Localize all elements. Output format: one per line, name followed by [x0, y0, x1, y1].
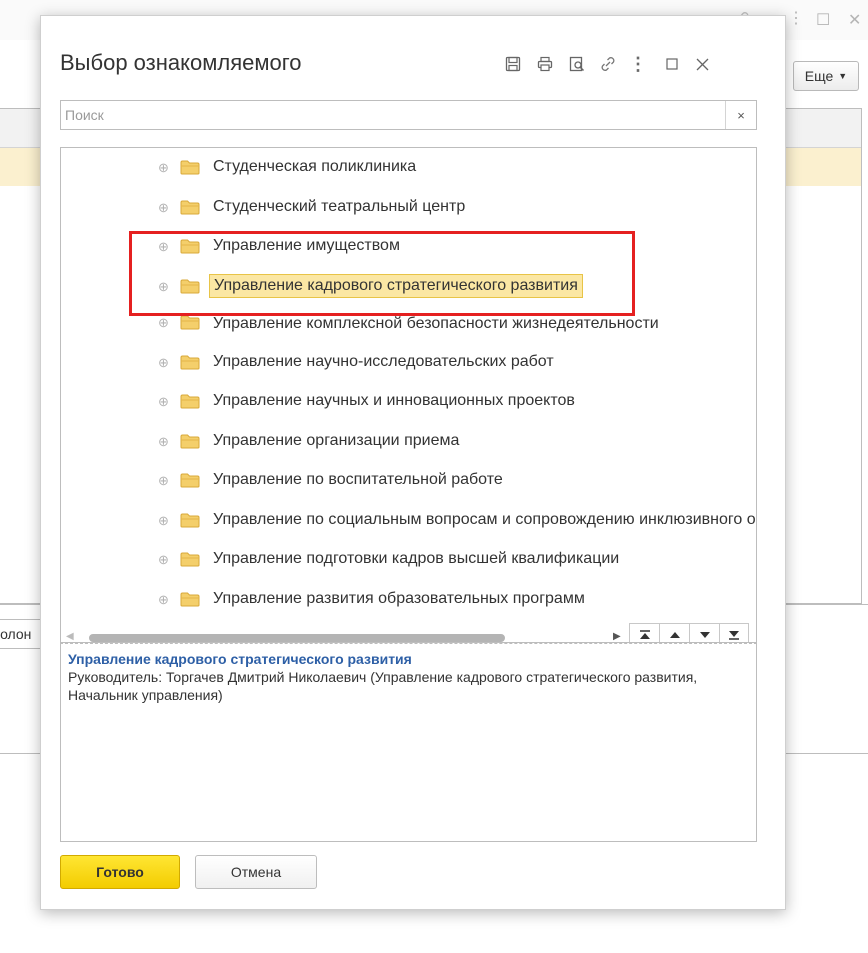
expand-icon[interactable]: ⊕	[157, 593, 170, 606]
go-first-icon	[639, 630, 650, 639]
tree-item[interactable]: ⊕ Управление организации приема	[61, 422, 756, 461]
tree-item[interactable]: ⊕ Управление по социальным вопросам и соп…	[61, 501, 756, 540]
tree-item-label: Управление организации приема	[213, 431, 460, 449]
folder-icon	[180, 355, 200, 375]
expand-icon[interactable]: ⊕	[157, 161, 170, 174]
details-title: Управление кадрового стратегического раз…	[68, 651, 412, 667]
tree-item-label: Управление по воспитательной работе	[213, 471, 503, 488]
go-last-button[interactable]	[719, 623, 749, 642]
tree-item-label: Управление подготовки кадров высшей квал…	[213, 550, 620, 567]
cancel-button[interactable]: Отмена	[195, 855, 317, 889]
tree-item-label: Управление кадрового стратегического раз…	[209, 273, 583, 298]
tree-item-label: Управление имуществом	[213, 237, 400, 254]
scroll-left-icon[interactable]: ◀	[66, 631, 74, 642]
more-icon[interactable]: ⋮	[788, 8, 804, 28]
folder-icon	[180, 160, 200, 180]
maximize-icon[interactable]: ☐	[816, 10, 830, 30]
horizontal-scrollbar[interactable]: ◀ ▶	[62, 623, 755, 642]
details-text: Руководитель: Торгачев Дмитрий Николаеви…	[68, 669, 698, 703]
folder-icon	[180, 239, 200, 259]
expand-icon[interactable]: ⊕	[157, 316, 170, 329]
search-box: ×	[60, 100, 757, 130]
tree-item[interactable]: ⊕ Управление научных и инновационных прое…	[61, 382, 756, 421]
organization-tree: ⊕ Студенческая поликлиника ⊕ Студенческий т…	[60, 147, 757, 643]
tree-item-label: Студенческий театральный центр	[213, 197, 466, 215]
go-first-button[interactable]	[629, 623, 659, 642]
background-tab-label: Полон	[0, 626, 32, 642]
go-last-icon	[729, 631, 739, 640]
tree-item[interactable]: ⊕ Управление по воспитательной работе	[61, 461, 756, 500]
expand-icon[interactable]: ⊕	[157, 201, 170, 214]
tree-item[interactable]: ⊕ Студенческий театральный центр	[61, 188, 756, 227]
tree-item[interactable]: ⊕ Студенческая поликлиника	[61, 148, 756, 187]
tree-item[interactable]: ⊕ Управление подготовки кадров высшей ква…	[61, 540, 756, 579]
tree-item-label: Управление научных и инновационных проек…	[213, 392, 575, 409]
folder-icon	[180, 279, 200, 299]
tree-item[interactable]: ⊕ Управление имуществом	[61, 227, 756, 266]
select-dialog: Выбор ознакомляемого ⋮ × ⊕ Студенческая п…	[40, 15, 786, 910]
expand-icon[interactable]: ⊕	[157, 356, 170, 369]
folder-icon	[180, 592, 200, 612]
tree-item-label: Управление развития образовательных прог…	[213, 589, 585, 607]
dialog-title: Выбор ознакомляемого	[60, 50, 302, 75]
arrow-up-icon	[669, 632, 680, 638]
folder-icon	[180, 394, 200, 414]
folder-icon	[180, 552, 200, 572]
arrow-down-icon	[699, 632, 710, 638]
scroll-right-icon[interactable]: ▶	[613, 631, 621, 642]
tree-item-label: Управление комплексной безопасности жизн…	[213, 315, 659, 332]
link-icon[interactable]	[597, 53, 619, 75]
expand-icon[interactable]: ⊕	[157, 395, 170, 408]
save-icon[interactable]	[502, 53, 524, 75]
preview-icon[interactable]	[566, 53, 588, 75]
tree-item-label: Управление научно-исследовательских рабо…	[213, 352, 554, 370]
tree-item[interactable]: ⊕ Управление комплексной безопасности жиз…	[61, 303, 756, 342]
expand-icon[interactable]: ⊕	[157, 553, 170, 566]
go-up-button[interactable]	[659, 623, 689, 642]
clear-icon[interactable]: ×	[725, 101, 756, 129]
search-input[interactable]	[61, 101, 729, 129]
close-icon[interactable]: ✕	[848, 10, 861, 30]
expand-icon[interactable]: ⊕	[157, 474, 170, 487]
maximize-icon[interactable]	[661, 53, 683, 75]
go-down-button[interactable]	[689, 623, 719, 642]
done-button[interactable]: Готово	[60, 855, 180, 889]
tree-item-label: Управление по социальным вопросам и сопр…	[213, 510, 756, 528]
tree-item[interactable]: ⊕ Управление кадрового стратегического ра…	[61, 267, 756, 306]
folder-icon	[180, 200, 200, 220]
print-icon[interactable]	[534, 53, 556, 75]
folder-icon	[180, 315, 200, 335]
tree-item[interactable]: ⊕ Управление научно-исследовательских раб…	[61, 343, 756, 382]
folder-icon	[180, 473, 200, 493]
tree-item-label: Студенческая поликлиника	[213, 158, 417, 175]
folder-icon	[180, 434, 200, 454]
expand-icon[interactable]: ⊕	[157, 240, 170, 253]
details-panel: Управление кадрового стратегического раз…	[60, 643, 757, 842]
expand-icon[interactable]: ⊕	[157, 280, 170, 293]
chevron-down-icon: ▼	[838, 71, 848, 81]
more-button-label: Еще	[804, 68, 834, 84]
more-button[interactable]: Еще ▼	[793, 61, 859, 91]
tree-navigation	[629, 623, 749, 642]
folder-icon	[180, 513, 200, 533]
scrollbar-thumb[interactable]	[89, 634, 505, 642]
more-icon[interactable]: ⋮	[627, 53, 649, 75]
tree-item[interactable]: ⊕ Управление развития образовательных про…	[61, 580, 756, 619]
close-icon[interactable]	[691, 53, 713, 75]
expand-icon[interactable]: ⊕	[157, 514, 170, 527]
expand-icon[interactable]: ⊕	[157, 435, 170, 448]
